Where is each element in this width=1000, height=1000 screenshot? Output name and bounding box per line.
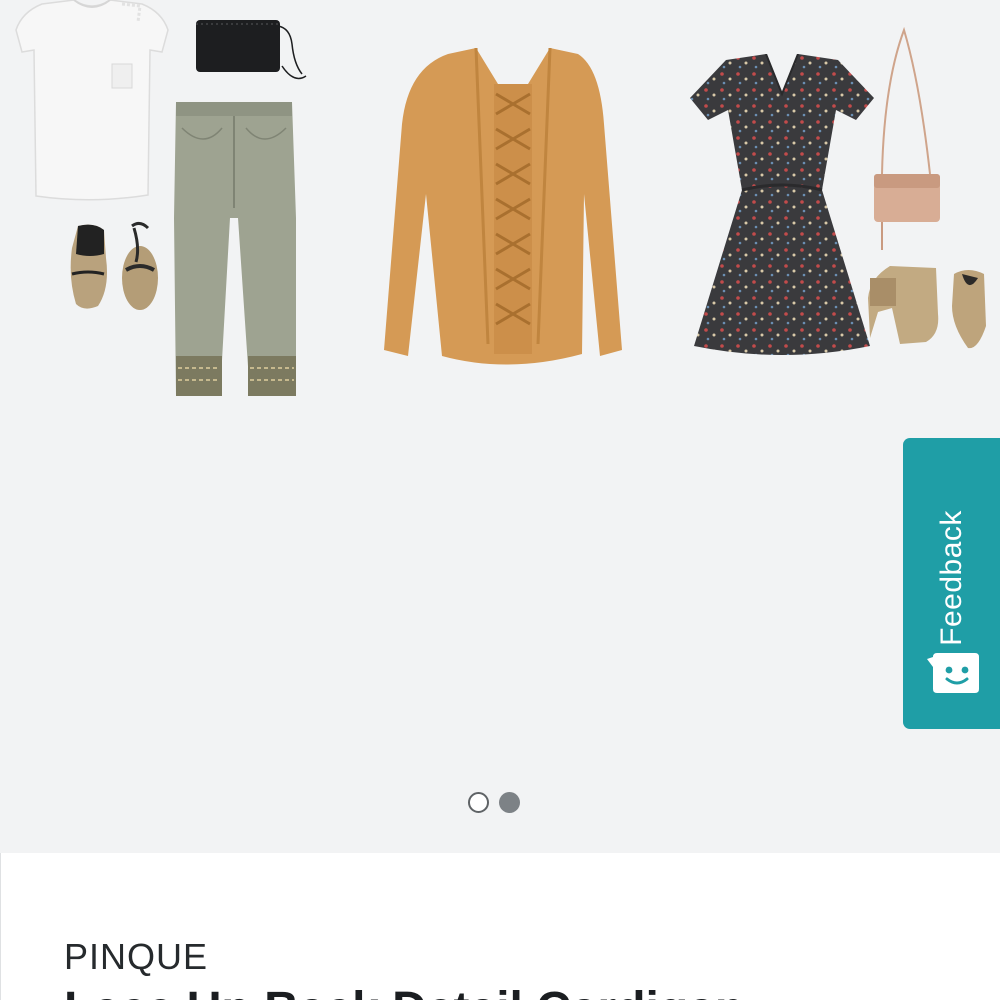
product-brand: PINQUE <box>64 936 209 977</box>
espadrille-sandal-left-image <box>70 224 107 309</box>
black-crossbody-image <box>196 20 307 80</box>
espadrille-sandal-right-image <box>122 221 158 310</box>
blush-crossbody-image <box>874 26 940 250</box>
tan-bootie-right-image <box>952 270 986 349</box>
white-tee-image <box>15 0 169 201</box>
camel-cardigan-image <box>384 47 622 365</box>
outfit-image-carousel[interactable] <box>0 0 1000 853</box>
tan-bootie-left-image <box>868 266 939 344</box>
feedback-tab[interactable]: Feedback <box>903 438 1000 729</box>
chat-smiley-icon <box>927 653 979 693</box>
feedback-label: Feedback <box>934 510 968 646</box>
product-title: Lace Up Back Detail Cardigan <box>64 982 744 1000</box>
carousel-pagination <box>468 791 524 813</box>
carousel-dot-2[interactable] <box>499 791 520 813</box>
floral-wrap-dress-image <box>690 54 874 355</box>
olive-embroidered-pants-image <box>174 102 296 396</box>
carousel-dot-1[interactable] <box>468 791 489 813</box>
